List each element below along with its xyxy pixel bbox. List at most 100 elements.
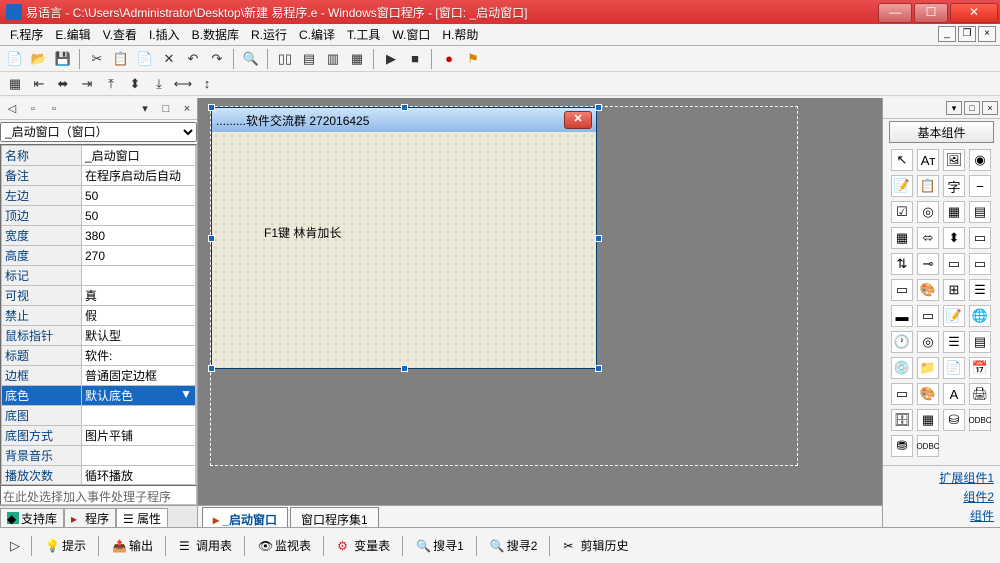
resize-handle[interactable] — [208, 104, 215, 111]
char-icon[interactable]: 字 — [943, 175, 965, 197]
tab-support-lib[interactable]: ◆支持库 — [0, 508, 64, 527]
editbox-icon[interactable]: 📝 — [891, 175, 913, 197]
form-close-icon[interactable]: ✕ — [564, 111, 592, 129]
tab-window-procset[interactable]: 窗口程序集1 — [290, 507, 379, 527]
odbc2-icon[interactable]: ODBC — [917, 435, 939, 457]
radio-icon[interactable]: ◎ — [917, 201, 939, 223]
save-icon[interactable]: 💾 — [52, 48, 74, 70]
design-form[interactable]: .........软件交流群 272016425 ✕ F1键 林肯加长 — [211, 107, 597, 369]
prop-row-底图[interactable]: 底图 — [2, 406, 196, 426]
slider-icon[interactable]: ⊸ — [917, 253, 939, 275]
resize-handle[interactable] — [595, 235, 602, 242]
layout3-icon[interactable]: ▥ — [322, 48, 344, 70]
align-top-icon[interactable]: ⤒ — [100, 73, 122, 95]
line-icon[interactable]: ⎯ — [969, 175, 991, 197]
panel-close-icon[interactable]: × — [177, 99, 197, 119]
panel-back-icon[interactable]: ◁ — [2, 99, 22, 119]
basic-components-button[interactable]: 基本组件 — [889, 121, 994, 143]
prop-row-边框[interactable]: 边框普通固定边框 — [2, 366, 196, 386]
btab-hints[interactable]: 💡提示 — [38, 533, 93, 558]
menu-tools[interactable]: T.工具 — [341, 24, 386, 45]
dialog-icon[interactable]: ▭ — [891, 383, 913, 405]
printdlg-icon[interactable]: 🖨 — [969, 383, 991, 405]
ole-icon[interactable]: ◎ — [917, 331, 939, 353]
panel-opt2-icon[interactable]: □ — [156, 99, 176, 119]
mdi-close-button[interactable]: × — [978, 26, 996, 42]
rp-dock-icon[interactable]: □ — [964, 101, 980, 115]
listview-icon[interactable]: ☰ — [969, 279, 991, 301]
btab-search1[interactable]: 🔍搜寻1 — [409, 533, 471, 558]
prop-row-宽度[interactable]: 宽度380 — [2, 226, 196, 246]
prop-row-高度[interactable]: 高度270 — [2, 246, 196, 266]
timer-icon[interactable]: 🕐 — [891, 331, 913, 353]
resize-handle[interactable] — [595, 104, 602, 111]
align-center-icon[interactable]: ⬌ — [52, 73, 74, 95]
tab-properties[interactable]: ☰属性 — [116, 508, 168, 527]
shape-icon[interactable]: ◉ — [969, 149, 991, 171]
tab-program[interactable]: ▸程序 — [64, 508, 116, 527]
vscroll-icon[interactable]: ⬍ — [943, 227, 965, 249]
close-button[interactable]: ✕ — [950, 3, 998, 23]
toolbar-icon[interactable]: ▬ — [891, 305, 913, 327]
spin-icon[interactable]: ⇅ — [891, 253, 913, 275]
btab-search2[interactable]: 🔍搜寻2 — [483, 533, 545, 558]
bottom-nav-icon[interactable]: ▷ — [4, 535, 26, 557]
combobox-icon[interactable]: ▤ — [969, 201, 991, 223]
resize-handle[interactable] — [595, 365, 602, 372]
ext-components-1[interactable]: 扩展组件1 — [889, 468, 994, 487]
layout4-icon[interactable]: ▦ — [346, 48, 368, 70]
prop-row-背景音乐[interactable]: 背景音乐 — [2, 446, 196, 466]
drive-icon[interactable]: 💿 — [891, 357, 913, 379]
frame-icon[interactable]: ▭ — [969, 253, 991, 275]
cut-icon[interactable]: ✂ — [86, 48, 108, 70]
panel-dock2-icon[interactable]: ▫ — [44, 99, 64, 119]
statusbar-icon[interactable]: ▭ — [917, 305, 939, 327]
resize-handle[interactable] — [208, 235, 215, 242]
paste-icon[interactable]: 📄 — [134, 48, 156, 70]
server-icon[interactable]: ⛃ — [891, 435, 913, 457]
prop-row-备注[interactable]: 备注在程序启动后自动 — [2, 166, 196, 186]
listbox-icon[interactable]: ▦ — [943, 201, 965, 223]
redo-icon[interactable]: ↷ — [206, 48, 228, 70]
prop-row-播放次数[interactable]: 播放次数循环播放 — [2, 466, 196, 486]
prop-row-底色[interactable]: 底色默认底色 ▼ — [2, 386, 196, 406]
tab-startup-window[interactable]: _启动窗口 — [202, 507, 288, 527]
calendar-icon[interactable]: 📅 — [969, 357, 991, 379]
prop-row-名称[interactable]: 名称_启动窗口 — [2, 146, 196, 166]
ext-components-3[interactable]: 组件 — [889, 506, 994, 525]
resize-handle[interactable] — [401, 104, 408, 111]
hscroll-icon[interactable]: ⬄ — [917, 227, 939, 249]
form-designer[interactable]: .........软件交流群 272016425 ✕ F1键 林肯加长 _启动窗… — [198, 98, 882, 527]
prop-row-鼠标指针[interactable]: 鼠标指针默认型 — [2, 326, 196, 346]
layout1-icon[interactable]: ▯▯ — [274, 48, 296, 70]
prop-row-可视[interactable]: 可视真 — [2, 286, 196, 306]
btab-vars[interactable]: ⚙变量表 — [330, 533, 397, 558]
memo-icon[interactable]: 📋 — [917, 175, 939, 197]
maximize-button[interactable]: ☐ — [914, 3, 948, 23]
panel-dock1-icon[interactable]: ▫ — [23, 99, 43, 119]
align-grid-icon[interactable]: ▦ — [4, 73, 26, 95]
pointer-icon[interactable]: ↖ — [891, 149, 913, 171]
database-icon[interactable]: 🗄 — [891, 409, 913, 431]
delete-icon[interactable]: ✕ — [158, 48, 180, 70]
undo-icon[interactable]: ↶ — [182, 48, 204, 70]
menu-database[interactable]: B.数据库 — [186, 24, 245, 45]
colordlg-icon[interactable]: 🎨 — [917, 383, 939, 405]
prop-row-禁止[interactable]: 禁止假 — [2, 306, 196, 326]
fontdlg-icon[interactable]: A — [943, 383, 965, 405]
resize-handle[interactable] — [401, 365, 408, 372]
filelist-icon[interactable]: 📄 — [943, 357, 965, 379]
datasource-icon[interactable]: ⛁ — [943, 409, 965, 431]
dbgrid-icon[interactable]: ▦ — [917, 409, 939, 431]
mdi-minimize-button[interactable]: _ — [938, 26, 956, 42]
menu-program[interactable]: F.程序 — [4, 24, 49, 45]
btab-clipboard[interactable]: ✂剪辑历史 — [556, 533, 635, 558]
richtext-icon[interactable]: 📝 — [943, 305, 965, 327]
dirlist-icon[interactable]: 📁 — [917, 357, 939, 379]
align-right-icon[interactable]: ⇥ — [76, 73, 98, 95]
same-width-icon[interactable]: ⟷ — [172, 73, 194, 95]
menu-view[interactable]: V.查看 — [97, 24, 143, 45]
form-label-f1[interactable]: F1键 林肯加长 — [264, 224, 341, 241]
rp-opt-icon[interactable]: ▾ — [946, 101, 962, 115]
grid-icon[interactable]: ▦ — [891, 227, 913, 249]
